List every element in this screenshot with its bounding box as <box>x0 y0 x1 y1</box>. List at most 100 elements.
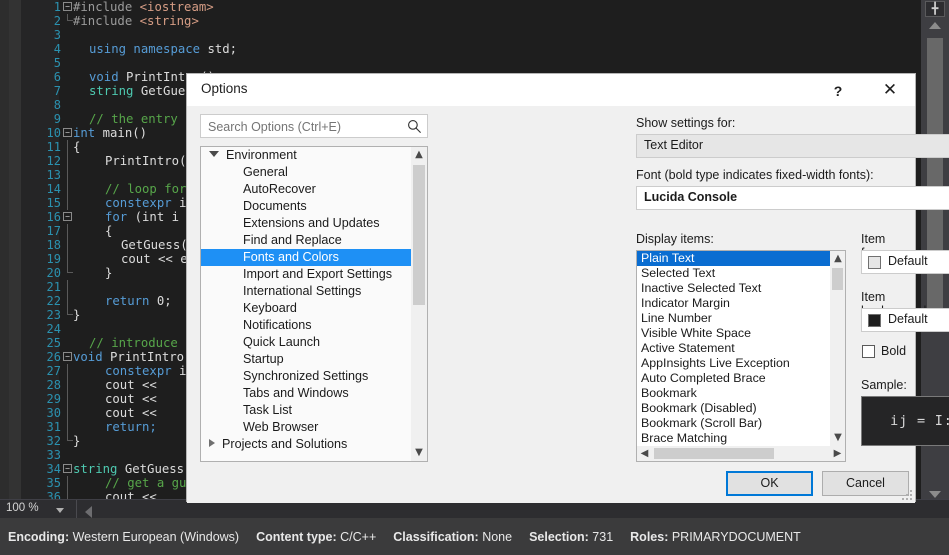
chevron-down-icon[interactable] <box>56 508 64 513</box>
expander-closed-icon[interactable] <box>209 439 215 447</box>
listbox-scroll-left-icon[interactable]: ◀ <box>637 446 652 461</box>
code-text: void PrintIntro() <box>73 350 199 364</box>
tree-item-web-browser[interactable]: Web Browser <box>201 419 413 436</box>
show-settings-combo[interactable]: Text Editor <box>636 134 949 158</box>
scroll-down-arrow-icon[interactable] <box>929 491 941 498</box>
display-item-row[interactable]: AppInsights Live Exception <box>637 356 831 371</box>
scroll-up-arrow-icon[interactable] <box>929 22 941 29</box>
fold-collapse-icon[interactable]: − <box>63 212 72 221</box>
ok-button[interactable]: OK <box>726 471 813 496</box>
show-settings-label: Show settings for: <box>636 116 736 130</box>
tree-scroll-up-icon[interactable]: ▲ <box>411 147 427 163</box>
listbox-scroll-down-icon[interactable]: ▼ <box>830 430 845 446</box>
listbox-scrollbar-thumb[interactable] <box>832 268 843 290</box>
display-item-row[interactable]: Bookmark <box>637 386 831 401</box>
display-item-row[interactable]: Indicator Margin <box>637 296 831 311</box>
tree-vertical-scrollbar[interactable]: ▲ ▼ <box>411 147 427 461</box>
line-number: 18 <box>46 238 61 252</box>
tree-item-general[interactable]: General <box>201 164 413 181</box>
display-item-row[interactable]: Brace Matching <box>637 431 831 446</box>
code-text: return 0; <box>105 294 172 308</box>
tree-item-label: Synchronized Settings <box>243 369 369 383</box>
line-number: 14 <box>46 182 61 196</box>
tree-scroll-down-icon[interactable]: ▼ <box>411 445 427 461</box>
tree-scrollbar-thumb[interactable] <box>413 165 425 305</box>
code-text: using namespace std; <box>89 42 238 56</box>
display-item-row[interactable]: Bookmark (Scroll Bar) <box>637 416 831 431</box>
listbox-scroll-up-icon[interactable]: ▲ <box>830 251 845 267</box>
line-number: 23 <box>46 308 61 322</box>
fold-guide-line <box>67 392 68 406</box>
tree-item-task-list[interactable]: Task List <box>201 402 413 419</box>
tree-item-startup[interactable]: Startup <box>201 351 413 368</box>
tree-item-projects-and-solutions[interactable]: Projects and Solutions <box>201 436 413 453</box>
tree-item-autorecover[interactable]: AutoRecover <box>201 181 413 198</box>
fold-collapse-icon[interactable]: − <box>63 128 72 137</box>
font-combo[interactable]: Lucida Console <box>636 186 949 210</box>
tree-item-extensions-and-updates[interactable]: Extensions and Updates <box>201 215 413 232</box>
tree-item-synchronized-settings[interactable]: Synchronized Settings <box>201 368 413 385</box>
tree-item-find-and-replace[interactable]: Find and Replace <box>201 232 413 249</box>
display-items-container: Plain Text Selected Text Inactive Selected… <box>637 251 831 446</box>
code-line: 5 <box>21 56 921 70</box>
display-item-row[interactable]: Auto Completed Brace <box>637 371 831 386</box>
fold-guide-line <box>67 280 68 294</box>
tree-item-import-and-export-settings[interactable]: Import and Export Settings <box>201 266 413 283</box>
search-input[interactable] <box>206 117 402 136</box>
display-item-row[interactable]: Line Number <box>637 311 831 326</box>
line-number: 26 <box>46 350 61 364</box>
close-icon[interactable]: ✕ <box>873 78 907 104</box>
status-bar-item-label: Selection: <box>529 529 593 544</box>
display-item-row[interactable]: Visible White Space <box>637 326 831 341</box>
zoom-level-value[interactable]: 100 % <box>6 502 39 514</box>
listbox-scroll-right-icon[interactable]: ▶ <box>830 446 845 461</box>
expander-open-icon[interactable] <box>209 151 219 157</box>
fold-collapse-icon[interactable]: − <box>63 2 72 11</box>
horizontal-scroll-left-arrow-icon[interactable] <box>85 506 92 518</box>
tree-item-notifications[interactable]: Notifications <box>201 317 413 334</box>
display-item-row[interactable]: Selected Text <box>637 266 831 281</box>
item-foreground-combo[interactable]: Default <box>861 250 949 274</box>
tree-item-environment[interactable]: Environment <box>201 147 413 164</box>
status-bar-item: Selection: 731 <box>529 530 613 544</box>
line-number: 3 <box>53 28 61 42</box>
font-label: Font (bold type indicates fixed-width fo… <box>636 168 874 182</box>
tree-item-international-settings[interactable]: International Settings <box>201 283 413 300</box>
display-items-listbox[interactable]: Plain Text Selected Text Inactive Selected… <box>636 250 846 462</box>
tree-item-label: Import and Export Settings <box>243 267 393 281</box>
tree-item-keyboard[interactable]: Keyboard <box>201 300 413 317</box>
tree-item-label: Find and Replace <box>243 233 342 247</box>
help-icon[interactable]: ? <box>823 78 853 104</box>
tree-item-tabs-and-windows[interactable]: Tabs and Windows <box>201 385 413 402</box>
display-item-row[interactable]: Active Statement <box>637 341 831 356</box>
scrollbar-thumb[interactable] <box>927 38 943 318</box>
display-item-row[interactable]: Inactive Selected Text <box>637 281 831 296</box>
tree-item-quick-launch[interactable]: Quick Launch <box>201 334 413 351</box>
listbox-hscrollbar-thumb[interactable] <box>654 448 774 459</box>
code-text: cout << <box>105 392 165 406</box>
tree-item-label: Startup <box>243 352 284 366</box>
tree-item-label: Web Browser <box>243 420 319 434</box>
status-bar-item-value: PRIMARYDOCUMENT <box>671 529 801 544</box>
display-item-row[interactable]: Bookmark (Disabled) <box>637 401 831 416</box>
bold-checkbox[interactable] <box>862 345 875 358</box>
item-background-combo[interactable]: Default <box>861 308 949 332</box>
display-item-row[interactable]: Plain Text <box>637 251 831 266</box>
tree-item-label: Task List <box>243 403 292 417</box>
tree-item-label: Quick Launch <box>243 335 321 349</box>
options-category-tree[interactable]: Environment General AutoRecover Documents Ex… <box>200 146 428 462</box>
tree-item-documents[interactable]: Documents <box>201 198 413 215</box>
line-number: 4 <box>53 42 61 56</box>
split-view-icon[interactable]: ╋ <box>925 1 945 17</box>
listbox-horizontal-scrollbar[interactable]: ◀ ▶ <box>637 446 845 461</box>
tree-item-label: Keyboard <box>243 301 297 315</box>
cancel-button[interactable]: Cancel <box>822 471 909 496</box>
fold-guide-line <box>67 140 68 154</box>
search-options-box[interactable] <box>200 114 428 138</box>
resize-grip[interactable] <box>900 488 912 500</box>
fold-guide-line <box>67 196 68 210</box>
listbox-vertical-scrollbar[interactable]: ▲ ▼ <box>830 251 845 446</box>
tree-item-fonts-and-colors[interactable]: Fonts and Colors <box>201 249 413 266</box>
fold-collapse-icon[interactable]: − <box>63 464 72 473</box>
fold-collapse-icon[interactable]: − <box>63 352 72 361</box>
